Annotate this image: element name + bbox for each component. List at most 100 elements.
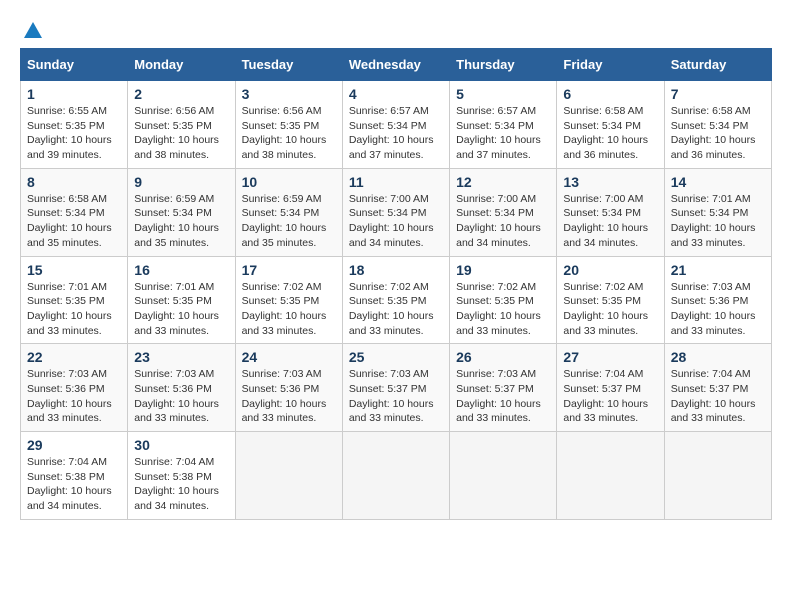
- cell-info: Sunrise: 7:03 AM Sunset: 5:36 PM Dayligh…: [27, 367, 121, 426]
- calendar-cell: 13 Sunrise: 7:00 AM Sunset: 5:34 PM Dayl…: [557, 168, 664, 256]
- cell-info: Sunrise: 6:58 AM Sunset: 5:34 PM Dayligh…: [27, 192, 121, 251]
- day-number: 8: [27, 174, 121, 190]
- cell-info: Sunrise: 6:56 AM Sunset: 5:35 PM Dayligh…: [242, 104, 336, 163]
- calendar-cell: 9 Sunrise: 6:59 AM Sunset: 5:34 PM Dayli…: [128, 168, 235, 256]
- calendar-cell: [342, 432, 449, 520]
- day-number: 4: [349, 86, 443, 102]
- cell-info: Sunrise: 7:01 AM Sunset: 5:35 PM Dayligh…: [27, 280, 121, 339]
- calendar-cell: 12 Sunrise: 7:00 AM Sunset: 5:34 PM Dayl…: [450, 168, 557, 256]
- calendar-header-row: SundayMondayTuesdayWednesdayThursdayFrid…: [21, 49, 772, 81]
- week-row-4: 22 Sunrise: 7:03 AM Sunset: 5:36 PM Dayl…: [21, 344, 772, 432]
- calendar-cell: 19 Sunrise: 7:02 AM Sunset: 5:35 PM Dayl…: [450, 256, 557, 344]
- calendar-cell: 18 Sunrise: 7:02 AM Sunset: 5:35 PM Dayl…: [342, 256, 449, 344]
- cell-info: Sunrise: 7:03 AM Sunset: 5:36 PM Dayligh…: [134, 367, 228, 426]
- day-number: 18: [349, 262, 443, 278]
- day-number: 3: [242, 86, 336, 102]
- day-number: 27: [563, 349, 657, 365]
- day-number: 29: [27, 437, 121, 453]
- day-number: 7: [671, 86, 765, 102]
- cell-info: Sunrise: 7:03 AM Sunset: 5:37 PM Dayligh…: [456, 367, 550, 426]
- day-number: 17: [242, 262, 336, 278]
- day-number: 15: [27, 262, 121, 278]
- calendar-cell: 27 Sunrise: 7:04 AM Sunset: 5:37 PM Dayl…: [557, 344, 664, 432]
- calendar-cell: 29 Sunrise: 7:04 AM Sunset: 5:38 PM Dayl…: [21, 432, 128, 520]
- calendar-cell: 10 Sunrise: 6:59 AM Sunset: 5:34 PM Dayl…: [235, 168, 342, 256]
- header-sunday: Sunday: [21, 49, 128, 81]
- day-number: 25: [349, 349, 443, 365]
- page-header: [20, 20, 772, 38]
- calendar-cell: [557, 432, 664, 520]
- day-number: 28: [671, 349, 765, 365]
- cell-info: Sunrise: 7:04 AM Sunset: 5:38 PM Dayligh…: [27, 455, 121, 514]
- calendar-cell: 11 Sunrise: 7:00 AM Sunset: 5:34 PM Dayl…: [342, 168, 449, 256]
- day-number: 11: [349, 174, 443, 190]
- cell-info: Sunrise: 7:02 AM Sunset: 5:35 PM Dayligh…: [242, 280, 336, 339]
- calendar-cell: 26 Sunrise: 7:03 AM Sunset: 5:37 PM Dayl…: [450, 344, 557, 432]
- calendar-cell: 17 Sunrise: 7:02 AM Sunset: 5:35 PM Dayl…: [235, 256, 342, 344]
- calendar-cell: 22 Sunrise: 7:03 AM Sunset: 5:36 PM Dayl…: [21, 344, 128, 432]
- calendar-cell: 15 Sunrise: 7:01 AM Sunset: 5:35 PM Dayl…: [21, 256, 128, 344]
- day-number: 14: [671, 174, 765, 190]
- cell-info: Sunrise: 6:56 AM Sunset: 5:35 PM Dayligh…: [134, 104, 228, 163]
- week-row-5: 29 Sunrise: 7:04 AM Sunset: 5:38 PM Dayl…: [21, 432, 772, 520]
- calendar-cell: [450, 432, 557, 520]
- cell-info: Sunrise: 6:58 AM Sunset: 5:34 PM Dayligh…: [563, 104, 657, 163]
- day-number: 30: [134, 437, 228, 453]
- cell-info: Sunrise: 6:59 AM Sunset: 5:34 PM Dayligh…: [242, 192, 336, 251]
- cell-info: Sunrise: 6:59 AM Sunset: 5:34 PM Dayligh…: [134, 192, 228, 251]
- day-number: 26: [456, 349, 550, 365]
- calendar-cell: 14 Sunrise: 7:01 AM Sunset: 5:34 PM Dayl…: [664, 168, 771, 256]
- calendar-cell: 30 Sunrise: 7:04 AM Sunset: 5:38 PM Dayl…: [128, 432, 235, 520]
- week-row-2: 8 Sunrise: 6:58 AM Sunset: 5:34 PM Dayli…: [21, 168, 772, 256]
- calendar-cell: 28 Sunrise: 7:04 AM Sunset: 5:37 PM Dayl…: [664, 344, 771, 432]
- header-monday: Monday: [128, 49, 235, 81]
- calendar-cell: 5 Sunrise: 6:57 AM Sunset: 5:34 PM Dayli…: [450, 81, 557, 169]
- logo: [20, 20, 44, 38]
- calendar-cell: [664, 432, 771, 520]
- calendar-cell: 25 Sunrise: 7:03 AM Sunset: 5:37 PM Dayl…: [342, 344, 449, 432]
- day-number: 22: [27, 349, 121, 365]
- cell-info: Sunrise: 6:57 AM Sunset: 5:34 PM Dayligh…: [456, 104, 550, 163]
- calendar-cell: 23 Sunrise: 7:03 AM Sunset: 5:36 PM Dayl…: [128, 344, 235, 432]
- calendar-cell: 16 Sunrise: 7:01 AM Sunset: 5:35 PM Dayl…: [128, 256, 235, 344]
- cell-info: Sunrise: 7:02 AM Sunset: 5:35 PM Dayligh…: [349, 280, 443, 339]
- cell-info: Sunrise: 7:04 AM Sunset: 5:38 PM Dayligh…: [134, 455, 228, 514]
- calendar-cell: 8 Sunrise: 6:58 AM Sunset: 5:34 PM Dayli…: [21, 168, 128, 256]
- calendar-cell: 21 Sunrise: 7:03 AM Sunset: 5:36 PM Dayl…: [664, 256, 771, 344]
- day-number: 24: [242, 349, 336, 365]
- day-number: 19: [456, 262, 550, 278]
- calendar-cell: 6 Sunrise: 6:58 AM Sunset: 5:34 PM Dayli…: [557, 81, 664, 169]
- cell-info: Sunrise: 7:02 AM Sunset: 5:35 PM Dayligh…: [563, 280, 657, 339]
- calendar-table: SundayMondayTuesdayWednesdayThursdayFrid…: [20, 48, 772, 520]
- day-number: 2: [134, 86, 228, 102]
- calendar-cell: 2 Sunrise: 6:56 AM Sunset: 5:35 PM Dayli…: [128, 81, 235, 169]
- day-number: 16: [134, 262, 228, 278]
- day-number: 23: [134, 349, 228, 365]
- calendar-cell: 7 Sunrise: 6:58 AM Sunset: 5:34 PM Dayli…: [664, 81, 771, 169]
- day-number: 5: [456, 86, 550, 102]
- cell-info: Sunrise: 7:03 AM Sunset: 5:37 PM Dayligh…: [349, 367, 443, 426]
- cell-info: Sunrise: 7:03 AM Sunset: 5:36 PM Dayligh…: [242, 367, 336, 426]
- cell-info: Sunrise: 7:01 AM Sunset: 5:35 PM Dayligh…: [134, 280, 228, 339]
- header-saturday: Saturday: [664, 49, 771, 81]
- week-row-1: 1 Sunrise: 6:55 AM Sunset: 5:35 PM Dayli…: [21, 81, 772, 169]
- logo-icon: [22, 20, 44, 42]
- cell-info: Sunrise: 6:55 AM Sunset: 5:35 PM Dayligh…: [27, 104, 121, 163]
- cell-info: Sunrise: 7:02 AM Sunset: 5:35 PM Dayligh…: [456, 280, 550, 339]
- header-wednesday: Wednesday: [342, 49, 449, 81]
- cell-info: Sunrise: 7:04 AM Sunset: 5:37 PM Dayligh…: [563, 367, 657, 426]
- day-number: 12: [456, 174, 550, 190]
- calendar-cell: 4 Sunrise: 6:57 AM Sunset: 5:34 PM Dayli…: [342, 81, 449, 169]
- day-number: 13: [563, 174, 657, 190]
- cell-info: Sunrise: 7:01 AM Sunset: 5:34 PM Dayligh…: [671, 192, 765, 251]
- header-thursday: Thursday: [450, 49, 557, 81]
- cell-info: Sunrise: 7:00 AM Sunset: 5:34 PM Dayligh…: [349, 192, 443, 251]
- cell-info: Sunrise: 6:58 AM Sunset: 5:34 PM Dayligh…: [671, 104, 765, 163]
- cell-info: Sunrise: 7:03 AM Sunset: 5:36 PM Dayligh…: [671, 280, 765, 339]
- calendar-cell: 20 Sunrise: 7:02 AM Sunset: 5:35 PM Dayl…: [557, 256, 664, 344]
- day-number: 21: [671, 262, 765, 278]
- cell-info: Sunrise: 7:00 AM Sunset: 5:34 PM Dayligh…: [563, 192, 657, 251]
- calendar-cell: 3 Sunrise: 6:56 AM Sunset: 5:35 PM Dayli…: [235, 81, 342, 169]
- header-friday: Friday: [557, 49, 664, 81]
- week-row-3: 15 Sunrise: 7:01 AM Sunset: 5:35 PM Dayl…: [21, 256, 772, 344]
